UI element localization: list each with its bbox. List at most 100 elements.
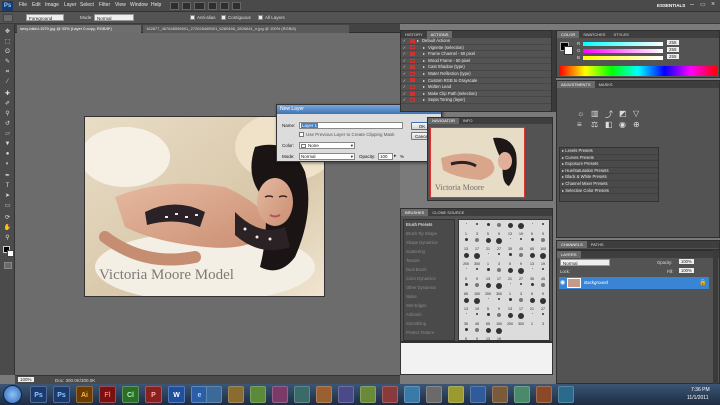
type-tool-icon[interactable]: T <box>3 182 12 190</box>
brush-preset-cell[interactable]: 17 <box>472 237 482 251</box>
layer-fill-input[interactable]: 100% <box>679 268 694 273</box>
action-item[interactable]: ✓ ▸ Sepia Toning (layer) <box>401 97 551 104</box>
brush-preset-cell[interactable]: 13 <box>461 297 471 311</box>
action-item[interactable]: ✓ ▸ Custom RGB to Grayscale <box>401 78 551 85</box>
3d-rotate-tool-icon[interactable]: ⟳ <box>3 214 12 222</box>
action-dialog-toggle-icon[interactable] <box>410 91 415 96</box>
taskbar-app-icon[interactable] <box>426 386 442 403</box>
action-item[interactable]: ✓ ▸ Molten Lead <box>401 84 551 91</box>
tab-history[interactable]: HISTORY <box>401 31 427 38</box>
eyedropper-tool-icon[interactable]: ⁄ <box>3 78 12 86</box>
taskbar-app-icon[interactable] <box>558 386 574 403</box>
lasso-tool-icon[interactable]: ʘ <box>3 48 12 56</box>
background-color-swatch[interactable] <box>7 250 14 257</box>
hand-tool-icon[interactable]: ✋ <box>3 224 12 232</box>
action-item[interactable]: ✓ ▸ Wood Frame - 50 pixel <box>401 58 551 65</box>
taskbar-app-icon[interactable] <box>316 386 332 403</box>
taskbar-time[interactable]: 7:36 PM <box>691 387 710 393</box>
channel-g-slider[interactable] <box>583 49 663 53</box>
taskbar-app-icon[interactable] <box>492 386 508 403</box>
brush-preset-cell[interactable]: 5 <box>483 222 493 236</box>
layer-name-input[interactable]: Layer 1 <box>299 122 403 129</box>
action-dialog-toggle-icon[interactable] <box>410 98 415 103</box>
taskbar-date[interactable]: 11/1/2011 <box>687 395 709 401</box>
brush-preset-cell[interactable]: 27 <box>516 267 526 281</box>
channel-g-value[interactable]: 255 <box>667 47 679 52</box>
brush-preset-cell[interactable]: 1 <box>461 222 471 236</box>
brush-preset-cell[interactable]: 19 <box>516 222 526 236</box>
blur-tool-icon[interactable]: ● <box>3 150 12 158</box>
eraser-tool-icon[interactable]: ▱ <box>3 130 12 138</box>
quick-select-tool-icon[interactable]: ✎ <box>3 58 12 66</box>
tab-styles[interactable]: STYLES <box>609 31 632 38</box>
hand-tool-button[interactable] <box>208 2 217 10</box>
channel-b-slider[interactable] <box>583 56 663 60</box>
color-select[interactable]: None ▾ <box>299 142 355 149</box>
action-set-default[interactable]: ✓ ▸ Default Actions <box>401 38 551 45</box>
shape-tool-icon[interactable]: ▭ <box>3 202 12 210</box>
action-dialog-toggle-icon[interactable] <box>410 78 415 83</box>
taskbar-app-p[interactable]: P <box>145 386 162 403</box>
taskbar-app-ps[interactable]: Ps <box>53 386 70 403</box>
brush-preset-cell[interactable]: 13 <box>505 222 515 236</box>
taskbar-app-icon[interactable] <box>404 386 420 403</box>
layer-visibility-eye-icon[interactable]: ◉ <box>560 279 565 286</box>
taskbar-app-icon[interactable] <box>470 386 486 403</box>
mode-select[interactable]: Normal <box>94 14 134 21</box>
all-layers-checkbox[interactable] <box>258 15 263 20</box>
pen-tool-icon[interactable]: ✒ <box>3 172 12 180</box>
action-toggle-check-icon[interactable]: ✓ <box>401 97 408 104</box>
quick-mask-icon[interactable] <box>4 262 12 269</box>
action-toggle-check-icon[interactable]: ✓ <box>401 58 408 65</box>
antialias-checkbox[interactable] <box>190 15 195 20</box>
adjustment-preset-item[interactable]: ▸ Black & White Presets <box>560 174 658 181</box>
document-tab-1[interactable]: sexy-bikini-1970.jpg @ 33% (Layer 0 copy… <box>17 25 141 33</box>
brush-option-item[interactable]: Dual Brush <box>404 265 454 274</box>
workspace-switcher[interactable]: ESSENTIALS <box>657 3 685 8</box>
taskbar-app-icon[interactable] <box>360 386 376 403</box>
tab-channels[interactable]: CHANNELS <box>557 241 587 248</box>
brush-option-item[interactable]: Wet Edges <box>404 301 454 310</box>
tab-clone-source[interactable]: CLONE SOURCE <box>428 209 468 216</box>
minibridge-button[interactable] <box>182 2 191 10</box>
marquee-tool-icon[interactable]: ⬚ <box>3 38 12 46</box>
taskbar-app-cl[interactable]: Cl <box>122 386 139 403</box>
minimize-icon[interactable]: – <box>690 1 694 8</box>
layer-name[interactable]: Background <box>584 280 608 285</box>
tab-paths[interactable]: PATHS <box>587 241 608 248</box>
brush-preset-cell[interactable]: 100 <box>494 312 504 326</box>
brush-preset-cell[interactable]: 9 <box>538 222 548 236</box>
brush-tool-icon[interactable]: ✐ <box>3 100 12 108</box>
action-dialog-toggle-icon[interactable] <box>410 52 415 57</box>
taskbar-app-ps[interactable]: Ps <box>30 386 47 403</box>
dodge-tool-icon[interactable]: ◐ <box>3 160 12 168</box>
brush-preset-cell[interactable]: 9 <box>494 297 504 311</box>
vibrance-icon[interactable]: ▽ <box>633 109 639 118</box>
brush-option-item[interactable]: Other Dynamics <box>404 283 454 292</box>
start-button[interactable] <box>3 385 22 404</box>
brush-option-item[interactable]: Shape Dynamics <box>404 238 454 247</box>
history-brush-tool-icon[interactable]: ↺ <box>3 120 12 128</box>
brush-preset-cell[interactable]: 300 <box>472 252 482 266</box>
action-toggle-check-icon[interactable]: ✓ <box>401 91 408 98</box>
brush-preset-cell[interactable]: 13 <box>483 327 493 341</box>
taskbar-app-icon[interactable] <box>382 386 398 403</box>
contiguous-checkbox[interactable] <box>221 15 226 20</box>
brush-preset-cell[interactable]: 13 <box>505 297 515 311</box>
zoom-level-button[interactable] <box>194 2 205 10</box>
hue-saturation-icon[interactable]: ≡ <box>577 120 582 129</box>
color-spectrum-ramp[interactable] <box>559 66 717 76</box>
brush-preset-cell[interactable]: 13 <box>461 237 471 251</box>
brush-preset-cell[interactable]: 9 <box>516 252 526 266</box>
brush-preset-cell[interactable]: 21 <box>527 297 537 311</box>
menu-filter[interactable]: Filter <box>99 2 110 8</box>
brush-preset-cell[interactable]: 3 <box>494 252 504 266</box>
brush-preset-cell[interactable]: 35 <box>527 267 537 281</box>
brush-preset-cell[interactable]: 300 <box>494 282 504 296</box>
brush-preset-cell[interactable]: 5 <box>461 327 471 341</box>
brush-preset-cell[interactable]: 21 <box>483 237 493 251</box>
tab-layers[interactable]: LAYERS <box>557 251 581 258</box>
restore-icon[interactable]: ▭ <box>700 1 706 8</box>
opacity-stepper-icon[interactable]: ▸ <box>394 153 397 159</box>
brush-preset-cell[interactable]: 5 <box>461 267 471 281</box>
